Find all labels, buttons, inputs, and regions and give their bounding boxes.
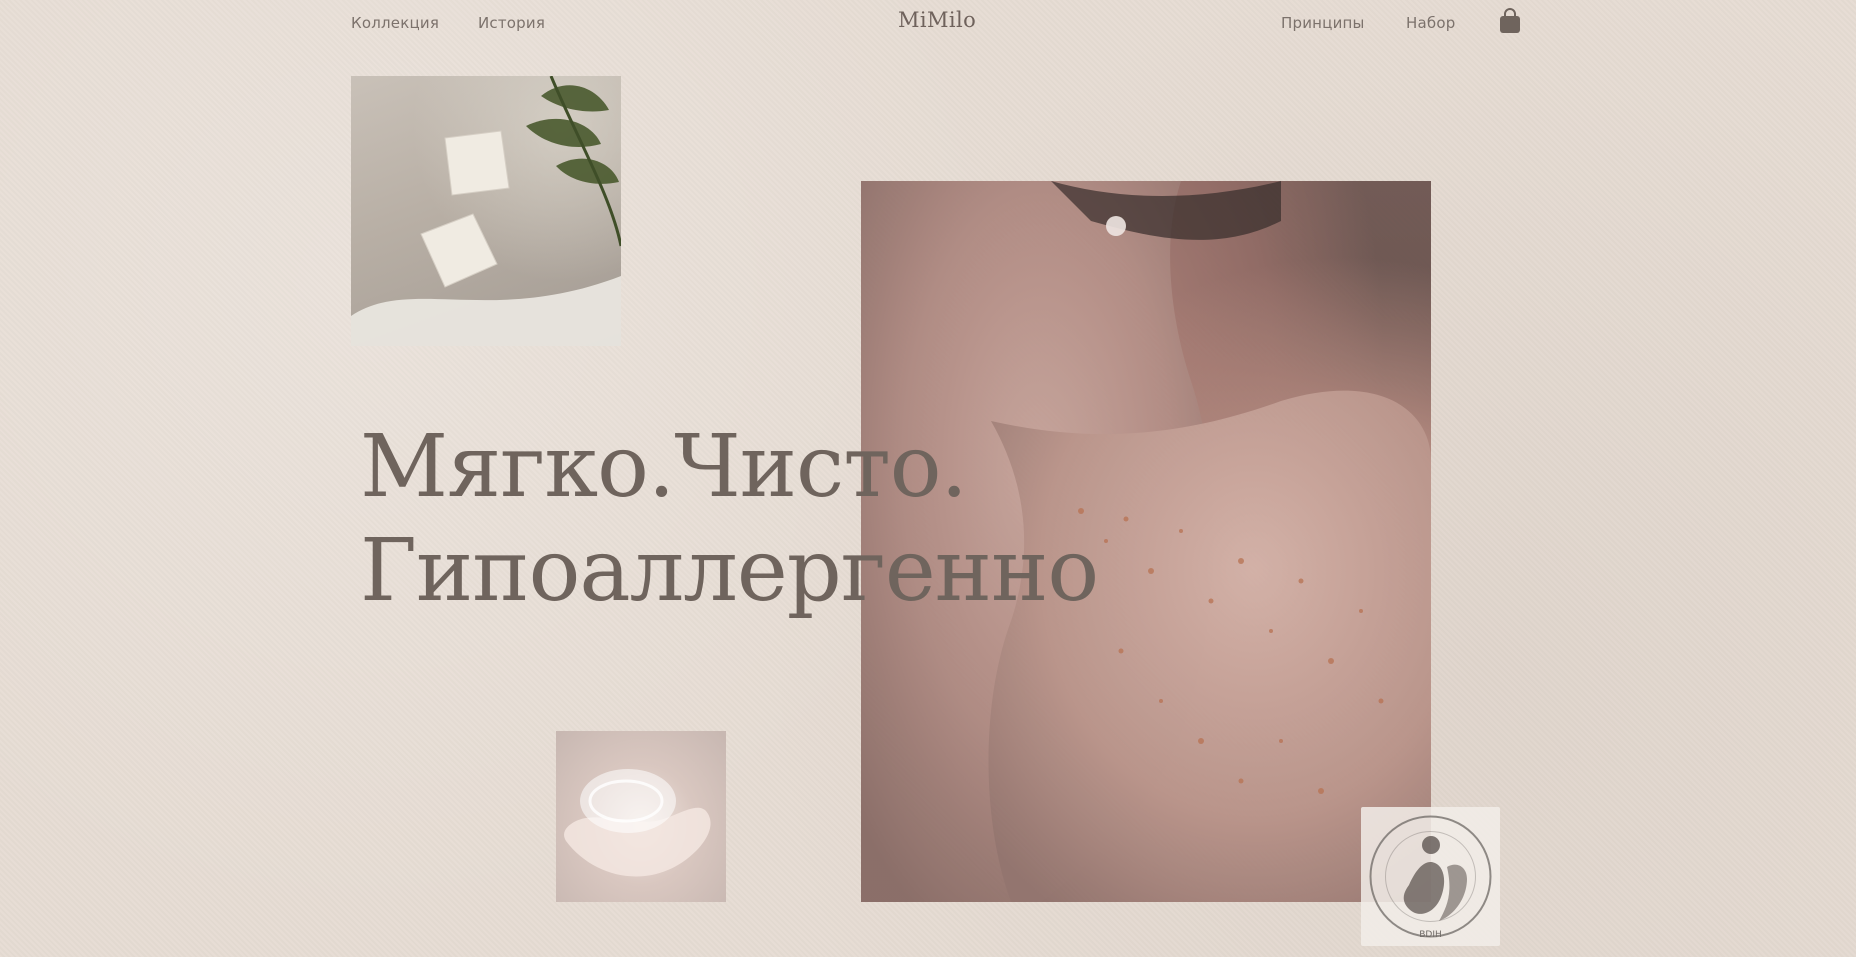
nav-item-principles[interactable]: Принципы — [1281, 14, 1365, 32]
soap-image — [351, 76, 621, 346]
brand-logo[interactable]: MiMilo — [898, 8, 976, 32]
bdih-certification-badge: BDIH — [1361, 807, 1500, 946]
nav-item-history[interactable]: История — [478, 14, 545, 32]
bdih-badge-text: BDIH — [1419, 930, 1442, 940]
hero-headline-line-2: Гипоаллергенно — [360, 521, 1099, 621]
hand-foam-image — [556, 731, 726, 902]
hand-foam-illustration — [564, 769, 711, 877]
nav-item-collection[interactable]: Коллекция — [351, 14, 439, 32]
hero-headline: Мягко.Чисто. Гипоаллергенно — [360, 415, 1099, 623]
soap-illustration — [351, 76, 621, 346]
nav-item-set[interactable]: Набор — [1406, 14, 1455, 32]
shopping-bag-svg — [1500, 8, 1520, 33]
hero-headline-line-1: Мягко.Чисто. — [360, 417, 968, 517]
shopping-bag-icon[interactable] — [1498, 8, 1522, 34]
